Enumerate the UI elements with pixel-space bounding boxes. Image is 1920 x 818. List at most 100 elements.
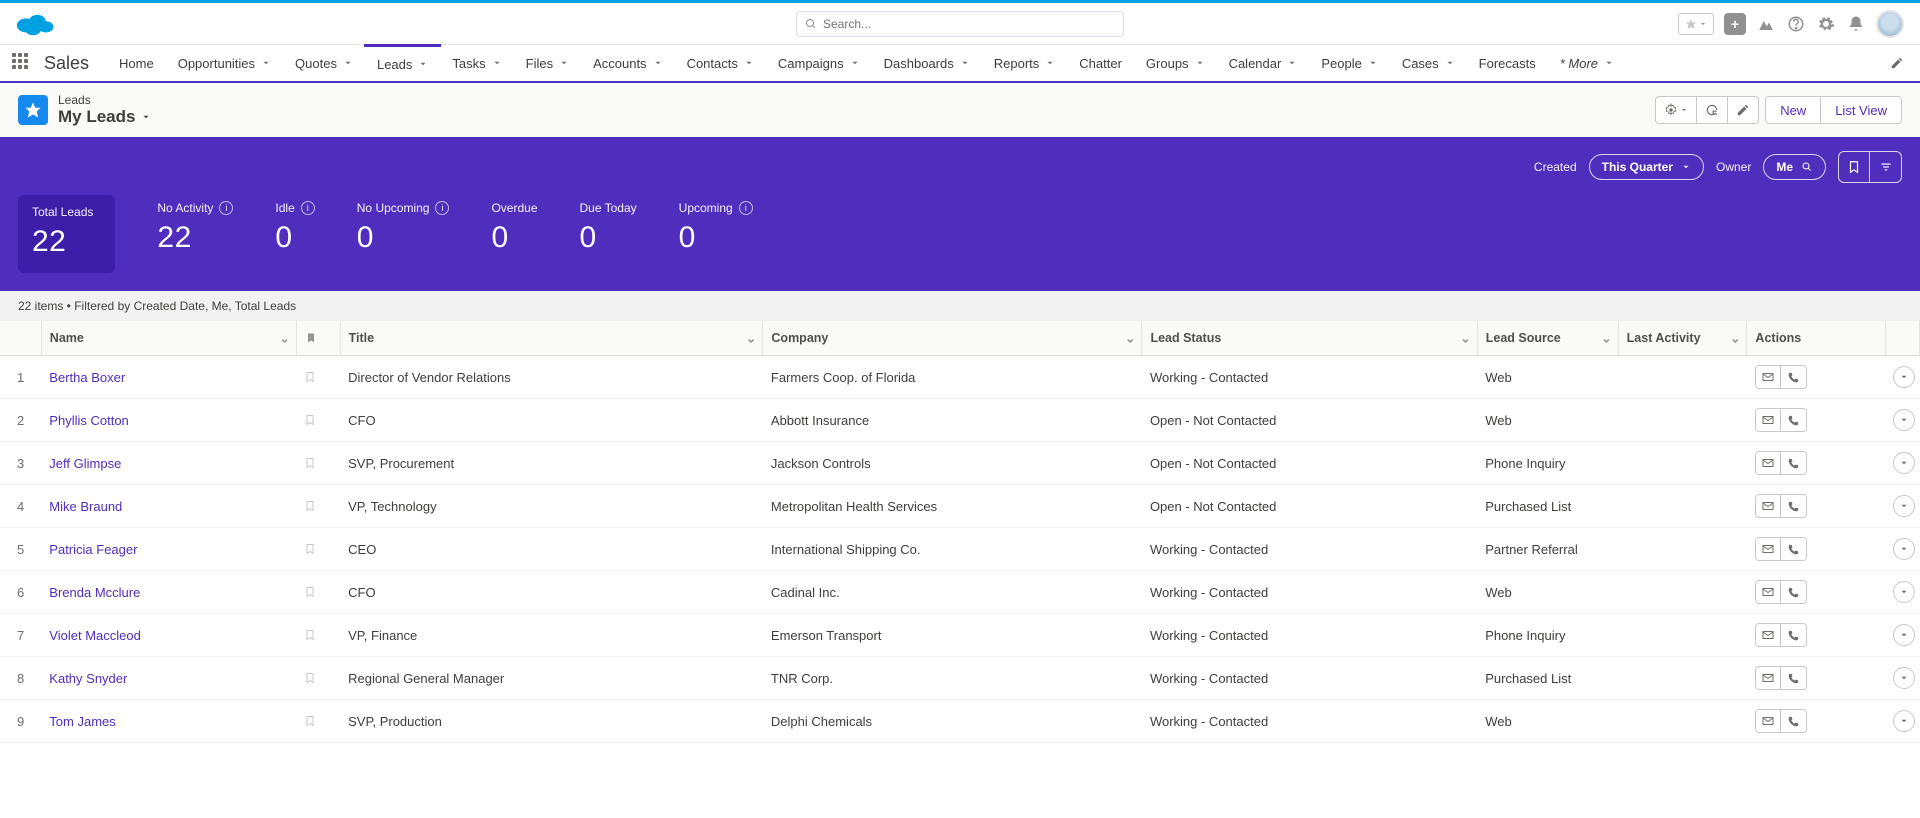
info-icon[interactable]: i [219,201,233,215]
nav-item-calendar[interactable]: Calendar [1217,45,1310,81]
row-menu-button[interactable] [1893,581,1915,603]
email-action-button[interactable] [1755,451,1781,475]
col-title[interactable]: Title⌄ [340,321,763,356]
lead-name-link[interactable]: Kathy Snyder [49,671,127,686]
lead-name-link[interactable]: Tom James [49,714,115,729]
bookmark-icon[interactable] [304,585,332,599]
call-action-button[interactable] [1781,580,1807,604]
nav-more[interactable]: * More [1548,56,1626,71]
email-action-button[interactable] [1755,709,1781,733]
email-action-button[interactable] [1755,408,1781,432]
search-input[interactable] [823,17,1115,31]
bookmark-icon[interactable] [304,714,332,728]
nav-item-tasks[interactable]: Tasks [440,45,513,81]
help-icon[interactable] [1786,14,1806,34]
stat-idle[interactable]: Idlei0 [275,201,314,255]
row-menu-button[interactable] [1893,409,1915,431]
stat-upcoming[interactable]: Upcomingi0 [679,201,753,255]
row-menu-button[interactable] [1893,452,1915,474]
col-lead-status[interactable]: Lead Status⌄ [1142,321,1477,356]
stat-total-leads[interactable]: Total Leads22 [18,195,115,273]
trailhead-icon[interactable] [1756,14,1776,34]
nav-item-quotes[interactable]: Quotes [283,45,365,81]
nav-item-home[interactable]: Home [107,45,166,81]
favorites-button[interactable] [1678,13,1714,35]
col-lead-source[interactable]: Lead Source⌄ [1477,321,1618,356]
bookmark-panel-button[interactable] [1838,151,1870,183]
new-button[interactable]: New [1765,96,1821,124]
nav-item-dashboards[interactable]: Dashboards [872,45,982,81]
nav-item-contacts[interactable]: Contacts [675,45,766,81]
bookmark-icon[interactable] [304,370,332,384]
created-filter-pill[interactable]: This Quarter [1589,154,1704,180]
row-menu-button[interactable] [1893,495,1915,517]
global-search[interactable] [796,11,1124,37]
row-menu-button[interactable] [1893,538,1915,560]
filter-panel-button[interactable] [1870,151,1902,183]
refresh-button[interactable] [1697,96,1728,124]
call-action-button[interactable] [1781,494,1807,518]
col-name[interactable]: Name⌄ [41,321,296,356]
list-view-picker[interactable]: My Leads [58,107,151,127]
stat-overdue[interactable]: Overdue0 [491,201,537,255]
stat-no-upcoming[interactable]: No Upcomingi0 [357,201,450,255]
lead-name-link[interactable]: Phyllis Cotton [49,413,128,428]
email-action-button[interactable] [1755,666,1781,690]
call-action-button[interactable] [1781,623,1807,647]
call-action-button[interactable] [1781,709,1807,733]
col-last-activity[interactable]: Last Activity⌄ [1618,321,1747,356]
bookmark-icon[interactable] [304,628,332,642]
info-icon[interactable]: i [301,201,315,215]
call-action-button[interactable] [1781,666,1807,690]
lead-name-link[interactable]: Patricia Feager [49,542,137,557]
nav-item-campaigns[interactable]: Campaigns [766,45,872,81]
stat-due-today[interactable]: Due Today0 [580,201,637,255]
bookmark-icon[interactable] [304,499,332,513]
global-create-button[interactable]: + [1724,13,1746,35]
call-action-button[interactable] [1781,408,1807,432]
email-action-button[interactable] [1755,537,1781,561]
col-company[interactable]: Company⌄ [763,321,1142,356]
lead-name-link[interactable]: Bertha Boxer [49,370,125,385]
nav-item-cases[interactable]: Cases [1390,45,1467,81]
user-avatar[interactable] [1876,10,1904,38]
bookmark-icon[interactable] [304,542,332,556]
nav-item-leads[interactable]: Leads [365,44,440,81]
lead-name-link[interactable]: Brenda Mcclure [49,585,140,600]
nav-item-chatter[interactable]: Chatter [1067,45,1134,81]
email-action-button[interactable] [1755,494,1781,518]
list-view-button[interactable]: List View [1821,96,1902,124]
row-menu-button[interactable] [1893,624,1915,646]
nav-item-reports[interactable]: Reports [982,45,1068,81]
salesforce-logo[interactable] [12,9,57,39]
email-action-button[interactable] [1755,580,1781,604]
call-action-button[interactable] [1781,537,1807,561]
inline-edit-button[interactable] [1728,96,1759,124]
lead-name-link[interactable]: Jeff Glimpse [49,456,121,471]
stat-no-activity[interactable]: No Activityi22 [157,201,233,255]
row-menu-button[interactable] [1893,710,1915,732]
setup-gear-icon[interactable] [1816,14,1836,34]
call-action-button[interactable] [1781,365,1807,389]
nav-item-files[interactable]: Files [514,45,581,81]
bookmark-icon[interactable] [304,413,332,427]
nav-item-opportunities[interactable]: Opportunities [166,45,283,81]
lead-name-link[interactable]: Violet Maccleod [49,628,141,643]
app-launcher-icon[interactable] [12,53,32,73]
info-icon[interactable]: i [435,201,449,215]
bookmark-icon[interactable] [304,671,332,685]
nav-item-people[interactable]: People [1309,45,1389,81]
lead-name-link[interactable]: Mike Braund [49,499,122,514]
nav-item-groups[interactable]: Groups [1134,45,1217,81]
owner-filter-pill[interactable]: Me [1763,154,1826,180]
list-view-controls-button[interactable] [1655,96,1697,124]
edit-nav-icon[interactable] [1890,56,1904,70]
col-bookmark[interactable] [296,321,340,356]
nav-item-accounts[interactable]: Accounts [581,45,674,81]
email-action-button[interactable] [1755,365,1781,389]
email-action-button[interactable] [1755,623,1781,647]
info-icon[interactable]: i [739,201,753,215]
row-menu-button[interactable] [1893,667,1915,689]
notifications-bell-icon[interactable] [1846,14,1866,34]
bookmark-icon[interactable] [304,456,332,470]
